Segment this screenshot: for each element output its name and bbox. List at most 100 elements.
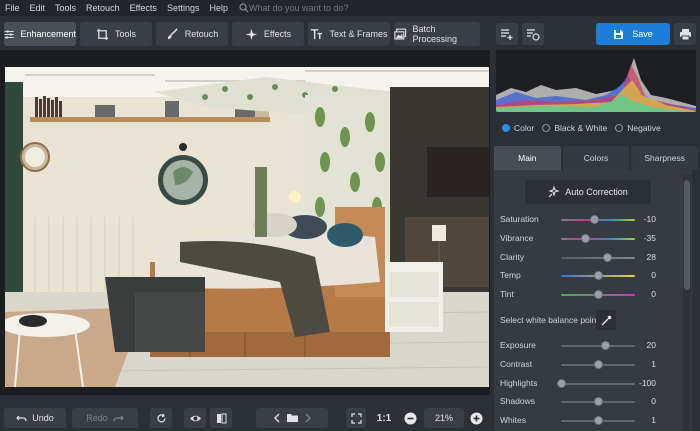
tab-colors[interactable]: Colors [562, 146, 630, 170]
scrollbar-thumb[interactable] [684, 180, 690, 290]
minus-circle-icon [404, 412, 416, 424]
tab-label: Tools [114, 29, 136, 39]
slider-thumb[interactable] [594, 360, 604, 369]
menu-edit[interactable]: Edit [25, 3, 51, 13]
menu-bar: File Edit Tools Retouch Effects Settings… [0, 0, 700, 16]
slider-thumb[interactable] [600, 341, 610, 350]
slider-row-shadows: Shadows 0 [500, 395, 680, 409]
slider-track[interactable] [561, 257, 635, 259]
tab-retouch[interactable]: Retouch [156, 22, 228, 46]
slider-value: -35 [643, 233, 656, 243]
redo-icon [113, 415, 124, 421]
print-button[interactable] [674, 23, 696, 45]
mode-color-radio[interactable]: Color [502, 123, 534, 133]
slider-track[interactable] [561, 345, 635, 347]
slider-value: 1 [651, 359, 656, 369]
save-label: Save [632, 29, 653, 39]
slider-thumb[interactable] [593, 290, 603, 299]
chevron-left-icon[interactable] [273, 413, 281, 423]
zoom-level-field[interactable]: 21% [424, 408, 464, 428]
fit-screen-button[interactable] [346, 408, 366, 428]
tab-batch-processing[interactable]: Batch Processing [394, 22, 480, 46]
sparkle-icon [245, 28, 257, 40]
brush-icon [167, 27, 178, 39]
zoom-in-button[interactable] [467, 408, 485, 428]
slider-track[interactable] [561, 238, 635, 240]
slider-label: Exposure [500, 340, 536, 350]
save-button[interactable]: Save [596, 23, 670, 45]
tab-tools[interactable]: Tools [80, 22, 152, 46]
zoom-out-button[interactable] [401, 408, 419, 428]
eyedropper-icon [601, 315, 611, 325]
redo-label: Redo [86, 413, 108, 423]
fit-screen-icon [350, 412, 362, 424]
mode-bw-radio[interactable]: Black & White [542, 123, 607, 133]
mode-negative-radio[interactable]: Negative [615, 123, 661, 133]
slider-row-vibrance: Vibrance -35 [500, 232, 680, 246]
radio-dot [542, 124, 551, 132]
redo-button[interactable]: Redo [72, 408, 138, 428]
undo-icon [16, 415, 27, 421]
slider-row-contrast: Contrast 1 [500, 358, 680, 372]
menu-settings[interactable]: Settings [162, 3, 205, 13]
eyedropper-button[interactable] [596, 310, 616, 330]
slider-thumb[interactable] [589, 215, 599, 224]
slider-thumb[interactable] [556, 379, 566, 388]
slider-thumb[interactable] [593, 271, 603, 280]
list-clock-icon [527, 29, 540, 41]
folder-icon[interactable] [286, 413, 299, 423]
printer-icon [679, 28, 691, 40]
auto-correction-label: Auto Correction [565, 187, 628, 197]
slider-label: Whites [500, 415, 526, 425]
preview-button[interactable] [184, 408, 206, 428]
tab-label: Retouch [184, 29, 219, 39]
radio-dot [615, 124, 624, 132]
menu-retouch[interactable]: Retouch [81, 3, 125, 13]
slider-thumb[interactable] [580, 234, 590, 243]
slider-thumb[interactable] [593, 397, 603, 406]
slider-track[interactable] [561, 383, 635, 385]
tab-sharpness[interactable]: Sharpness [631, 146, 699, 170]
slider-label: Tint [500, 289, 514, 299]
eye-icon [189, 415, 201, 421]
photo-canvas[interactable] [5, 67, 489, 387]
slider-value: -100 [638, 378, 656, 388]
mode-label: Black & White [554, 123, 608, 133]
slider-label: Temp [500, 270, 521, 280]
bedroom-photo [5, 67, 489, 387]
rotate-icon [156, 413, 166, 422]
slider-label: Saturation [500, 214, 539, 224]
menu-file[interactable]: File [0, 3, 25, 13]
auto-correction-button[interactable]: Auto Correction [525, 180, 651, 204]
menu-help[interactable]: Help [204, 3, 233, 13]
tab-main[interactable]: Main [494, 146, 561, 170]
slider-value: 20 [646, 340, 656, 350]
tab-effects[interactable]: Effects [232, 22, 304, 46]
toolbar: Enhancement Tools Retouch Effects Text &… [0, 16, 700, 50]
search-icon [239, 3, 249, 13]
tab-enhancement[interactable]: Enhancement [4, 22, 76, 46]
menu-effects[interactable]: Effects [125, 3, 162, 13]
compare-button[interactable] [210, 408, 232, 428]
tab-text-frames[interactable]: Text & Frames [308, 22, 390, 46]
slider-row-tint: Tint 0 [500, 288, 680, 302]
slider-value: -10 [643, 214, 656, 224]
slider-thumb[interactable] [594, 416, 604, 425]
slider-label: Vibrance [500, 233, 534, 243]
tab-label: Enhancement [20, 29, 76, 39]
undo-button[interactable]: Undo [4, 408, 66, 428]
reset-button[interactable] [150, 408, 172, 428]
slider-label: Shadows [500, 396, 535, 406]
slider-thumb[interactable] [603, 253, 613, 262]
chevron-right-icon[interactable] [304, 413, 312, 423]
history-button[interactable] [522, 23, 544, 45]
menu-tools[interactable]: Tools [50, 3, 81, 13]
text-icon [311, 28, 323, 39]
actual-size-button[interactable]: 1:1 [372, 408, 396, 428]
browse-group [256, 408, 328, 428]
search-box[interactable] [239, 3, 449, 13]
add-to-queue-button[interactable] [496, 23, 518, 45]
tab-label: Batch Processing [412, 24, 458, 44]
slider-row-exposure: Exposure 20 [500, 339, 680, 353]
search-input[interactable] [248, 3, 449, 13]
